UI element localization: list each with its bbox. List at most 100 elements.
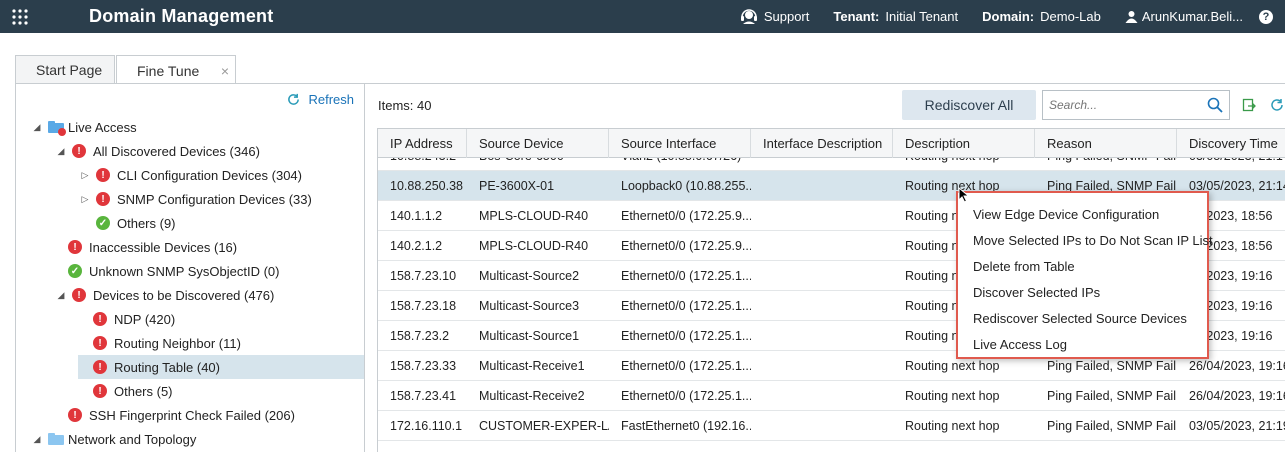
cell-discovery-time: 03/05/2023, 21:1: [1177, 158, 1285, 170]
menu-item-view-edge-config[interactable]: View Edge Device Configuration: [958, 201, 1207, 227]
export-icon[interactable]: [1242, 98, 1256, 115]
context-menu: View Edge Device Configuration Move Sele…: [956, 191, 1213, 359]
refresh-button[interactable]: Refresh: [287, 92, 354, 107]
menu-item-move-to-do-not-scan[interactable]: Move Selected IPs to Do Not Scan IP List: [958, 227, 1213, 253]
mouse-cursor-icon: [958, 187, 970, 203]
tree-item-others-discovered[interactable]: ✓ Others (9): [16, 211, 364, 235]
tree-item-unknown-snmp[interactable]: ✓ Unknown SNMP SysObjectID (0): [16, 259, 364, 283]
menu-item-live-access-log[interactable]: Live Access Log: [958, 331, 1207, 357]
tree-item-live-access[interactable]: ◢ Live Access: [16, 115, 364, 139]
cell-source-interface: Ethernet0/0 (172.25.1...: [621, 268, 751, 283]
error-icon: !: [72, 144, 86, 158]
expand-icon[interactable]: ▷: [80, 170, 90, 181]
cell-ip: 158.7.23.41: [390, 388, 457, 403]
table-row[interactable]: 10.88.243.2 Bos-Core-6500 Vlan2 (10.88.0…: [378, 158, 1285, 171]
refresh-icon: [288, 93, 300, 105]
cell-source-interface: Ethernet0/0 (172.25.1...: [621, 328, 751, 343]
column-header-source-interface[interactable]: Source Interface: [609, 129, 751, 158]
tree-panel: Refresh ◢ Live Access ◢ ! All Discovered…: [15, 84, 365, 452]
error-icon: !: [93, 384, 107, 398]
tree-item-network-topology[interactable]: ◢ Network and Topology: [16, 427, 364, 451]
tree-item-label: NDP (420): [114, 311, 176, 327]
cell-source-interface: FastEthernet0 (192.16...: [621, 418, 751, 433]
user-icon: [1125, 10, 1138, 23]
column-header-ip-address[interactable]: IP Address: [378, 129, 467, 158]
domain-label: Domain:: [982, 9, 1035, 24]
tenant-label: Tenant:: [833, 9, 880, 24]
app-grid-icon[interactable]: [0, 0, 40, 33]
error-icon: !: [93, 312, 107, 326]
tree-item-label: Unknown SNMP SysObjectID (0): [89, 263, 280, 279]
menu-item-discover-selected[interactable]: Discover Selected IPs: [958, 279, 1207, 305]
user-menu[interactable]: ArunKumar.Beli...: [1125, 9, 1243, 24]
cell-ip: 10.88.250.38: [390, 178, 463, 193]
cell-interface-description: [751, 351, 893, 380]
cell-source-interface: Vlan2 (10.88.0.67/26): [609, 158, 751, 170]
collapse-icon[interactable]: ◢: [56, 290, 66, 301]
tree-item-ssh-fingerprint[interactable]: ! SSH Fingerprint Check Failed (206): [16, 403, 364, 427]
collapse-icon[interactable]: ◢: [32, 434, 42, 445]
tenant-selector[interactable]: Tenant: Initial Tenant: [833, 9, 958, 24]
cell-source-device: Bos-Core-6500: [467, 158, 609, 170]
help-icon[interactable]: ?: [1259, 9, 1273, 24]
cell-ip: 140.2.1.2: [390, 238, 443, 253]
cell-interface-description: [751, 381, 893, 410]
cell-source-interface: Ethernet0/0 (172.25.9...: [621, 238, 751, 253]
tree-item-inaccessible[interactable]: ! Inaccessible Devices (16): [16, 235, 364, 259]
folder-alert-icon: [48, 121, 66, 136]
cell-source-device: CUSTOMER-EXPER-LA...: [479, 418, 609, 433]
refresh-label: Refresh: [308, 92, 354, 107]
tree-item-label: SSH Fingerprint Check Failed (206): [89, 407, 295, 423]
close-icon[interactable]: ×: [221, 63, 229, 79]
cell-source-interface: Ethernet0/0 (172.25.1...: [621, 358, 751, 373]
cell-source-device: Multicast-Receive2: [479, 388, 585, 403]
rediscover-all-button[interactable]: Rediscover All: [902, 90, 1036, 120]
table-row[interactable]: 158.7.23.41 Multicast-Receive2 Ethernet0…: [378, 381, 1285, 411]
table-row[interactable]: 172.16.110.1 CUSTOMER-EXPER-LA... FastEt…: [378, 411, 1285, 441]
cell-source-device: MPLS-CLOUD-R40: [479, 238, 589, 253]
tree-item-label: Devices to be Discovered (476): [93, 287, 275, 303]
cell-discovery-time: 26/04/2023, 19:16: [1189, 388, 1285, 403]
search-icon[interactable]: [1207, 97, 1223, 116]
cell-interface-description: [751, 411, 893, 440]
collapse-icon[interactable]: ◢: [32, 122, 42, 133]
collapse-icon[interactable]: ◢: [56, 146, 66, 157]
column-header-discovery-time[interactable]: Discovery Time: [1177, 129, 1285, 158]
search-input[interactable]: [1043, 92, 1203, 118]
tab-fine-tune[interactable]: Fine Tune ×: [116, 55, 236, 85]
menu-item-delete-from-table[interactable]: Delete from Table: [958, 253, 1207, 279]
domain-selector[interactable]: Domain: Demo-Lab: [982, 9, 1101, 24]
menu-item-rediscover-source[interactable]: Rediscover Selected Source Devices: [958, 305, 1207, 331]
cell-source-device: Multicast-Source3: [479, 298, 580, 313]
cell-source-interface: Loopback0 (10.88.255...: [621, 178, 751, 193]
cell-ip: 158.7.23.10: [390, 268, 457, 283]
tree-item-label: All Discovered Devices (346): [93, 143, 260, 159]
tree-item-others-to-discover[interactable]: ! Others (5): [16, 379, 364, 403]
cell-description: Routing next hop: [893, 158, 1035, 170]
tree-item-routing-neighbor[interactable]: ! Routing Neighbor (11): [16, 331, 364, 355]
column-header-description[interactable]: Description: [893, 129, 1035, 158]
column-header-source-device[interactable]: Source Device: [467, 129, 609, 158]
tree-item-routing-table[interactable]: ! Routing Table (40): [78, 355, 364, 379]
tree-item-to-be-discovered[interactable]: ◢ ! Devices to be Discovered (476): [16, 283, 364, 307]
tree-item-ndp[interactable]: ! NDP (420): [16, 307, 364, 331]
tree-item-cli-config[interactable]: ▷ ! CLI Configuration Devices (304): [16, 163, 364, 187]
tree-item-snmp-config[interactable]: ▷ ! SNMP Configuration Devices (33): [16, 187, 364, 211]
top-bar: Domain Management Support Tenant: Initia…: [0, 0, 1285, 33]
cell-source-device: PE-3600X-01: [479, 178, 555, 193]
cell-source-interface: Ethernet0/0 (172.25.1...: [621, 388, 751, 403]
cell-interface-description: [751, 321, 893, 350]
reload-icon[interactable]: [1270, 98, 1284, 115]
column-header-reason[interactable]: Reason: [1035, 129, 1177, 158]
cell-source-device: MPLS-CLOUD-R40: [479, 208, 589, 223]
column-header-interface-description[interactable]: Interface Description: [751, 129, 893, 158]
expand-icon[interactable]: ▷: [80, 194, 90, 205]
tab-start-page[interactable]: Start Page: [15, 55, 115, 84]
cell-reason: Ping Failed, SNMP Fail...: [1047, 388, 1177, 403]
domain-value: Demo-Lab: [1040, 9, 1101, 24]
check-icon: ✓: [96, 216, 110, 230]
tree-item-all-discovered[interactable]: ◢ ! All Discovered Devices (346): [16, 139, 364, 163]
cell-source-device: Multicast-Source2: [479, 268, 580, 283]
check-icon: ✓: [68, 264, 82, 278]
support-link[interactable]: Support: [740, 8, 809, 26]
